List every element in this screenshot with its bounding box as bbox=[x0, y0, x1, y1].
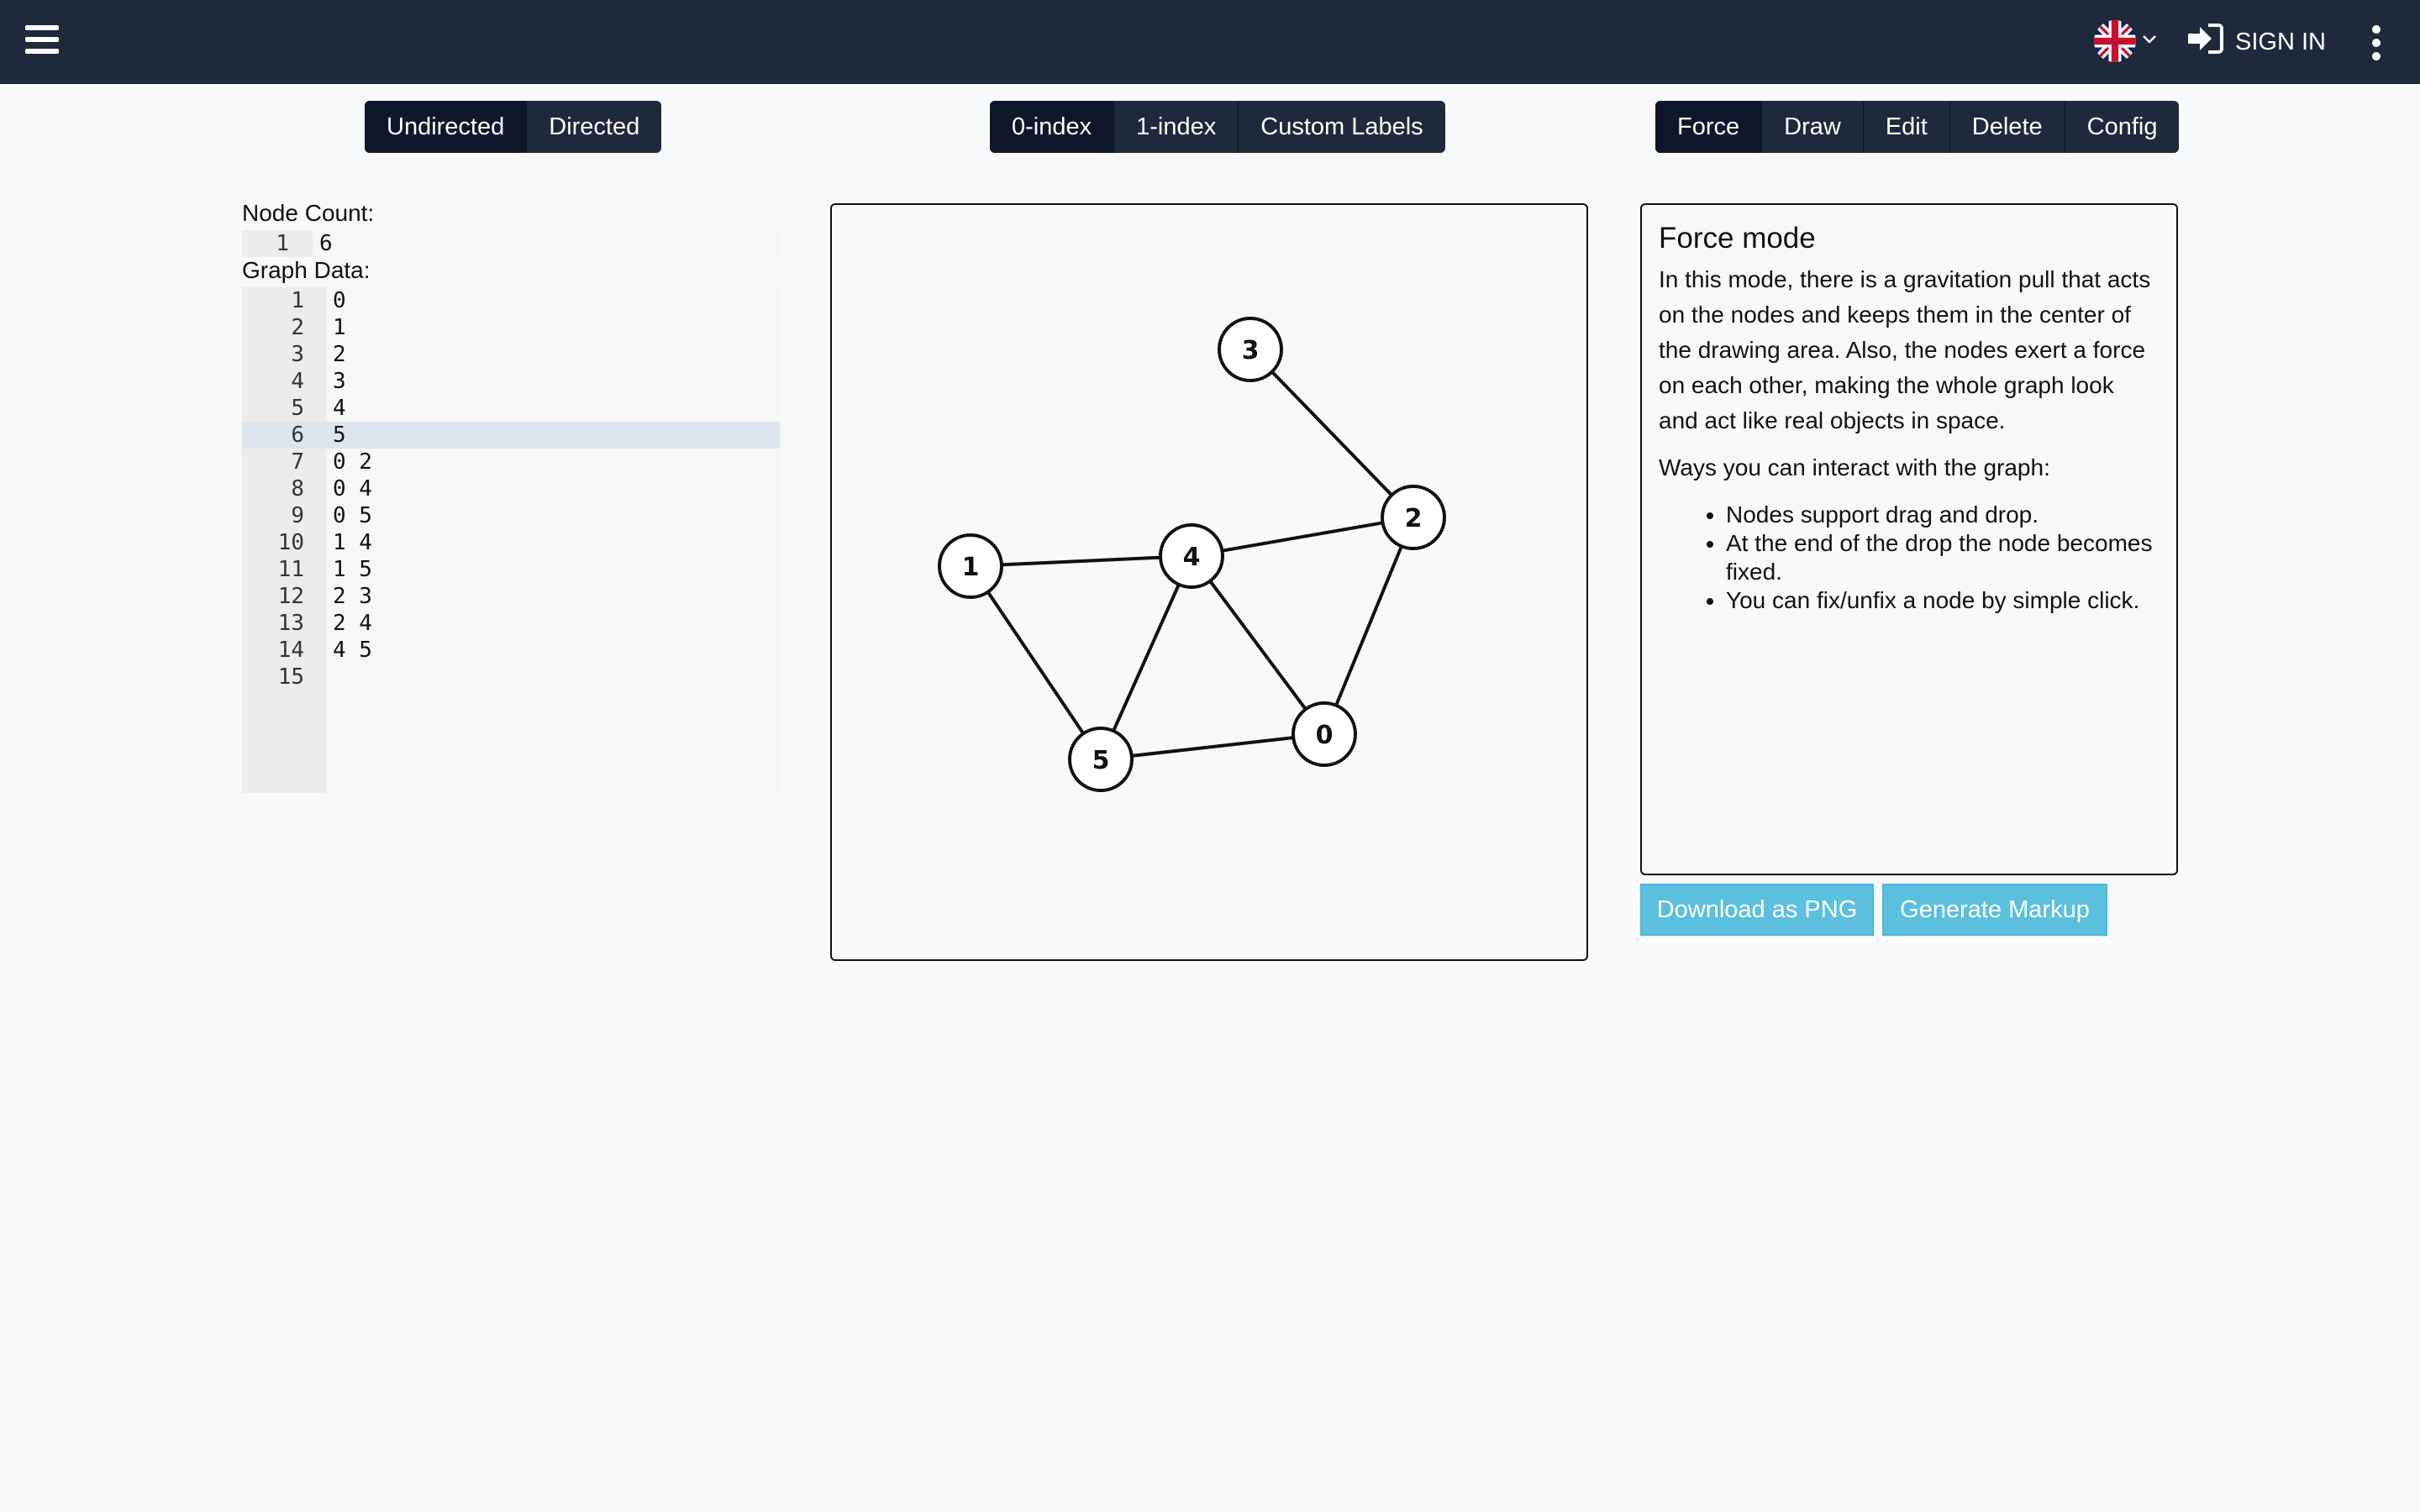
direction-toggle-group: Undirected Directed bbox=[365, 101, 662, 153]
info-paragraph-2: Ways you can interact with the graph: bbox=[1659, 454, 2050, 480]
graph-edge-0-5 bbox=[1100, 732, 1325, 761]
code-line[interactable]: 2 4 bbox=[333, 610, 372, 637]
graph-edge-1-5 bbox=[969, 564, 1102, 761]
line-number: 1 bbox=[276, 231, 289, 256]
graph-node-label: 1 bbox=[962, 553, 980, 582]
line-number: 9 bbox=[291, 503, 304, 528]
mode-force-button[interactable]: Force bbox=[1655, 101, 1763, 153]
sign-in-button[interactable]: SIGN IN bbox=[2186, 18, 2326, 66]
graph-node-0[interactable]: 0 bbox=[1292, 701, 1357, 767]
index-custom-labels-button[interactable]: Custom Labels bbox=[1239, 101, 1444, 153]
info-panel: Force mode In this mode, there is a grav… bbox=[1640, 203, 2178, 875]
code-line[interactable]: 3 bbox=[333, 368, 346, 395]
line-number: 10 bbox=[277, 530, 304, 555]
line-number: 4 bbox=[291, 369, 304, 394]
code-line[interactable]: 1 4 bbox=[333, 529, 372, 556]
generate-markup-button[interactable]: Generate Markup bbox=[1882, 884, 2107, 936]
line-number: 3 bbox=[291, 342, 304, 367]
code-line[interactable]: 2 3 bbox=[333, 583, 372, 610]
graph-edge-2-4 bbox=[1191, 516, 1414, 558]
active-line-highlight bbox=[242, 422, 780, 449]
info-bullets: Nodes support drag and drop. At the end … bbox=[1659, 501, 2160, 615]
node-count-label: Node Count: bbox=[242, 200, 375, 226]
code-line[interactable]: 0 5 bbox=[333, 502, 372, 529]
info-title: Force mode bbox=[1659, 222, 1816, 255]
uk-flag-icon[interactable] bbox=[2094, 20, 2136, 62]
graph-drawing[interactable]: 0 1 2 3 4 5 bbox=[832, 205, 1586, 959]
line-number: 12 bbox=[277, 584, 304, 609]
sign-in-icon bbox=[2186, 22, 2223, 62]
index-1-index-button[interactable]: 1-index bbox=[1114, 101, 1239, 153]
line-number: 1 bbox=[291, 288, 304, 313]
line-number: 6 bbox=[291, 423, 304, 448]
graph-edge-2-3 bbox=[1249, 348, 1415, 519]
code-line[interactable]: 4 5 bbox=[333, 637, 372, 664]
code-line[interactable]: 1 bbox=[333, 314, 346, 341]
code-line[interactable]: 0 4 bbox=[333, 475, 372, 502]
graph-data-editor[interactable]: 10213243546570 280 490 5 10 1 4 11 1 5 12 2 31… bbox=[242, 287, 780, 793]
graph-node-4[interactable]: 4 bbox=[1159, 523, 1224, 589]
line-number: 5 bbox=[291, 396, 304, 421]
line-number: 2 bbox=[291, 315, 304, 340]
direction-directed-button[interactable]: Directed bbox=[527, 101, 661, 153]
info-bullet: Nodes support drag and drop. bbox=[1726, 501, 2160, 529]
graph-edge-0-4 bbox=[1190, 554, 1326, 736]
mode-toggle-group: Force Draw Edit Delete Config bbox=[1655, 101, 2180, 153]
graph-node-label: 4 bbox=[1183, 543, 1201, 572]
graph-node-5[interactable]: 5 bbox=[1068, 727, 1134, 792]
graph-node-1[interactable]: 1 bbox=[938, 533, 1003, 599]
direction-undirected-button[interactable]: Undirected bbox=[365, 101, 528, 153]
mode-config-button[interactable]: Config bbox=[2065, 101, 2180, 153]
graph-node-label: 0 bbox=[1316, 721, 1334, 750]
top-navbar: SIGN IN bbox=[0, 0, 2420, 84]
code-line[interactable]: 6 bbox=[319, 230, 333, 257]
mode-edit-button[interactable]: Edit bbox=[1864, 101, 1950, 153]
code-line[interactable]: 0 2 bbox=[333, 449, 372, 475]
line-number: 15 bbox=[277, 664, 304, 690]
graph-node-label: 2 bbox=[1405, 504, 1423, 533]
code-line[interactable]: 5 bbox=[333, 422, 346, 449]
graph-canvas[interactable]: 0 1 2 3 4 5 bbox=[830, 203, 1588, 961]
graph-edge-0-2 bbox=[1323, 517, 1415, 735]
line-number: 8 bbox=[291, 476, 304, 501]
line-number: 13 bbox=[277, 611, 304, 636]
graph-node-label: 5 bbox=[1092, 746, 1110, 775]
chevron-down-icon[interactable] bbox=[2141, 30, 2158, 47]
graph-node-label: 3 bbox=[1242, 336, 1260, 365]
code-line[interactable]: 2 bbox=[333, 341, 346, 368]
hamburger-menu-icon[interactable] bbox=[25, 25, 59, 59]
line-number: 7 bbox=[291, 449, 304, 475]
code-line[interactable]: 0 bbox=[333, 287, 346, 314]
graph-data-label: Graph Data: bbox=[242, 257, 371, 283]
sign-in-label: SIGN IN bbox=[2235, 28, 2326, 55]
code-line[interactable]: 4 bbox=[333, 395, 346, 422]
index-0-index-button[interactable]: 0-index bbox=[990, 101, 1115, 153]
download-png-button[interactable]: Download as PNG bbox=[1640, 884, 1874, 936]
graph-edge-4-5 bbox=[1099, 555, 1193, 760]
line-number: 11 bbox=[277, 557, 304, 582]
vertical-dots-icon[interactable] bbox=[2366, 25, 2386, 62]
mode-delete-button[interactable]: Delete bbox=[1950, 101, 2065, 153]
info-bullet: You can fix/unfix a node by simple click… bbox=[1726, 586, 2160, 615]
node-count-editor[interactable]: 16 bbox=[242, 230, 780, 257]
graph-node-3[interactable]: 3 bbox=[1218, 317, 1283, 382]
graph-node-2[interactable]: 2 bbox=[1381, 485, 1446, 550]
index-toggle-group: 0-index 1-index Custom Labels bbox=[990, 101, 1445, 153]
mode-draw-button[interactable]: Draw bbox=[1762, 101, 1864, 153]
code-line[interactable]: 1 5 bbox=[333, 556, 372, 583]
line-number: 14 bbox=[277, 638, 304, 663]
info-bullet: At the end of the drop the node becomes … bbox=[1726, 529, 2160, 586]
graph-edge-1-4 bbox=[970, 554, 1192, 568]
info-paragraph-1: In this mode, there is a gravitation pul… bbox=[1659, 266, 2151, 433]
